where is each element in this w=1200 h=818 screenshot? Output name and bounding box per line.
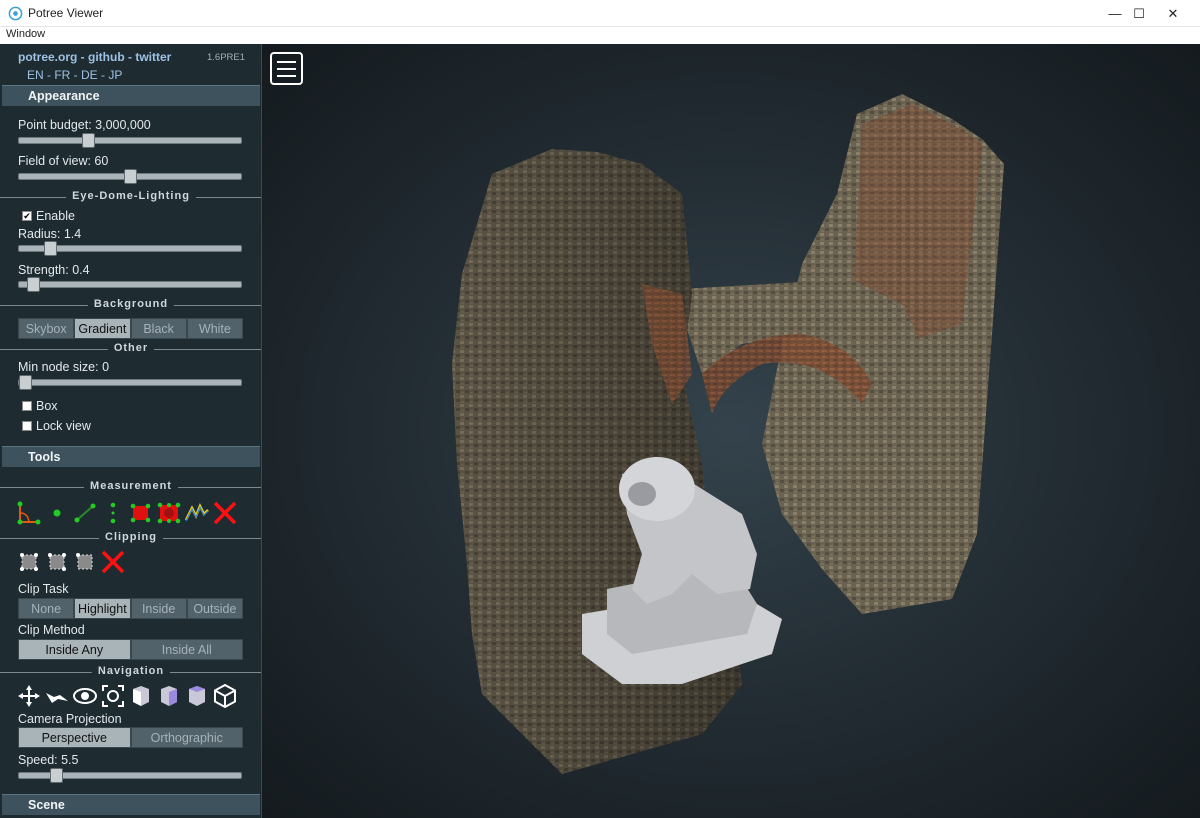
orthographic-button[interactable]: Orthographic <box>130 727 243 748</box>
slider-thumb[interactable] <box>44 241 58 256</box>
point-budget-slider[interactable] <box>18 133 242 148</box>
remove-measurements-icon[interactable] <box>211 499 239 527</box>
camera-projection-label: Camera Projection <box>18 712 122 726</box>
slider-thumb[interactable] <box>27 277 41 292</box>
top-view-icon[interactable] <box>183 682 211 710</box>
fly-controls-icon[interactable] <box>43 682 71 710</box>
slider-thumb[interactable] <box>50 768 64 783</box>
checkbox-unchecked[interactable] <box>22 401 32 411</box>
checkbox-unchecked[interactable] <box>22 421 32 431</box>
area-icon[interactable] <box>127 499 155 527</box>
front-view-icon[interactable] <box>155 682 183 710</box>
volume-icon[interactable] <box>155 499 183 527</box>
angle-icon[interactable] <box>15 499 43 527</box>
clip-task-none-button[interactable]: None <box>18 598 75 619</box>
background-black-button[interactable]: Black <box>130 318 187 339</box>
speed-label: Speed: 5.5 <box>18 753 79 767</box>
project-links[interactable]: potree.org - github - twitter <box>18 50 171 64</box>
edl-strength-label: Strength: 0.4 <box>18 263 90 277</box>
measurement-toolbar <box>15 499 239 527</box>
left-view-icon[interactable] <box>127 682 155 710</box>
edl-enable-label: Enable <box>36 209 75 223</box>
app-icon <box>8 6 23 21</box>
full-extent-icon[interactable] <box>211 682 239 710</box>
field-of-view-label: Field of view: 60 <box>18 154 109 168</box>
navigation-divider: Navigation <box>0 665 261 679</box>
navigation-title: Navigation <box>91 665 171 677</box>
height-icon[interactable] <box>99 499 127 527</box>
min-node-size-slider[interactable] <box>18 375 242 390</box>
sidebar: potree.org - github - twitter 1.6PRE1 EN… <box>0 44 262 818</box>
edl-radius-slider[interactable] <box>18 241 242 256</box>
box-label: Box <box>36 399 58 413</box>
clip-method-label: Clip Method <box>18 623 85 637</box>
box-checkbox[interactable]: Box <box>22 399 58 413</box>
clip-screen-box-icon[interactable] <box>71 548 99 576</box>
clip-task-highlight-button[interactable]: Highlight <box>74 598 131 619</box>
language-links[interactable]: EN - FR - DE - JP <box>27 68 122 82</box>
background-white-button[interactable]: White <box>186 318 243 339</box>
clipping-toolbar <box>15 548 127 576</box>
lock-view-checkbox[interactable]: Lock view <box>22 419 91 433</box>
menu-window[interactable]: Window <box>6 28 45 40</box>
window-title: Potree Viewer <box>28 6 104 20</box>
speed-slider[interactable] <box>18 768 242 783</box>
background-divider: Background <box>0 298 261 312</box>
profile-icon[interactable] <box>183 499 211 527</box>
focus-icon[interactable] <box>99 682 127 710</box>
clipping-divider: Clipping <box>0 531 261 545</box>
clip-polygon-icon[interactable] <box>43 548 71 576</box>
orbit-controls-icon[interactable] <box>71 682 99 710</box>
slider-thumb[interactable] <box>123 169 137 184</box>
clip-task-label: Clip Task <box>18 582 69 596</box>
clip-method-inside-all-button[interactable]: Inside All <box>130 639 243 660</box>
remove-clipping-icon[interactable] <box>99 548 127 576</box>
other-divider: Other <box>0 342 261 356</box>
edl-title: Eye-Dome-Lighting <box>66 190 196 202</box>
point-budget-label: Point budget: 3,000,000 <box>18 118 151 132</box>
maximize-icon: ☐ <box>1133 5 1145 21</box>
background-selector: Skybox Gradient Black White <box>18 318 243 339</box>
min-node-size-label: Min node size: 0 <box>18 360 110 374</box>
field-of-view-slider[interactable] <box>18 169 242 184</box>
clip-task-outside-button[interactable]: Outside <box>186 598 243 619</box>
navigation-toolbar <box>15 682 239 710</box>
point-cloud-viewport[interactable] <box>262 44 1200 818</box>
lock-view-label: Lock view <box>36 419 91 433</box>
point-icon[interactable] <box>43 499 71 527</box>
menu-bar: Window <box>0 27 1200 44</box>
earth-controls-icon[interactable] <box>15 682 43 710</box>
camera-projection-selector: Perspective Orthographic <box>18 727 243 748</box>
close-button[interactable]: ✕ <box>1150 0 1196 27</box>
perspective-button[interactable]: Perspective <box>18 727 131 748</box>
measurement-divider: Measurement <box>0 480 261 494</box>
distance-icon[interactable] <box>71 499 99 527</box>
clip-method-inside-any-button[interactable]: Inside Any <box>18 639 131 660</box>
background-gradient-button[interactable]: Gradient <box>74 318 131 339</box>
other-title: Other <box>107 342 155 354</box>
appearance-header[interactable]: Appearance <box>2 85 260 106</box>
clip-task-inside-button[interactable]: Inside <box>130 598 187 619</box>
window-titlebar: Potree Viewer — ☐ ✕ <box>0 0 1200 27</box>
clip-method-selector: Inside Any Inside All <box>18 639 243 660</box>
edl-radius-label: Radius: 1.4 <box>18 227 82 241</box>
scene-header[interactable]: Scene <box>2 794 260 815</box>
slider-thumb[interactable] <box>81 133 95 148</box>
close-icon: ✕ <box>1167 5 1179 21</box>
edl-enable-checkbox[interactable]: ✔ Enable <box>22 209 75 223</box>
edl-divider: Eye-Dome-Lighting <box>0 190 261 204</box>
tools-header[interactable]: Tools <box>2 446 260 467</box>
measurement-title: Measurement <box>84 480 178 492</box>
sidebar-toggle-button[interactable] <box>270 52 303 85</box>
version-label: 1.6PRE1 <box>207 52 246 63</box>
background-title: Background <box>87 298 175 310</box>
checkbox-checked[interactable]: ✔ <box>22 211 32 221</box>
edl-strength-slider[interactable] <box>18 277 242 292</box>
slider-thumb[interactable] <box>19 375 32 390</box>
background-skybox-button[interactable]: Skybox <box>18 318 75 339</box>
clip-volume-icon[interactable] <box>15 548 43 576</box>
clipping-title: Clipping <box>99 531 163 543</box>
clip-task-selector: None Highlight Inside Outside <box>18 598 243 619</box>
point-cloud-render <box>452 94 1004 774</box>
